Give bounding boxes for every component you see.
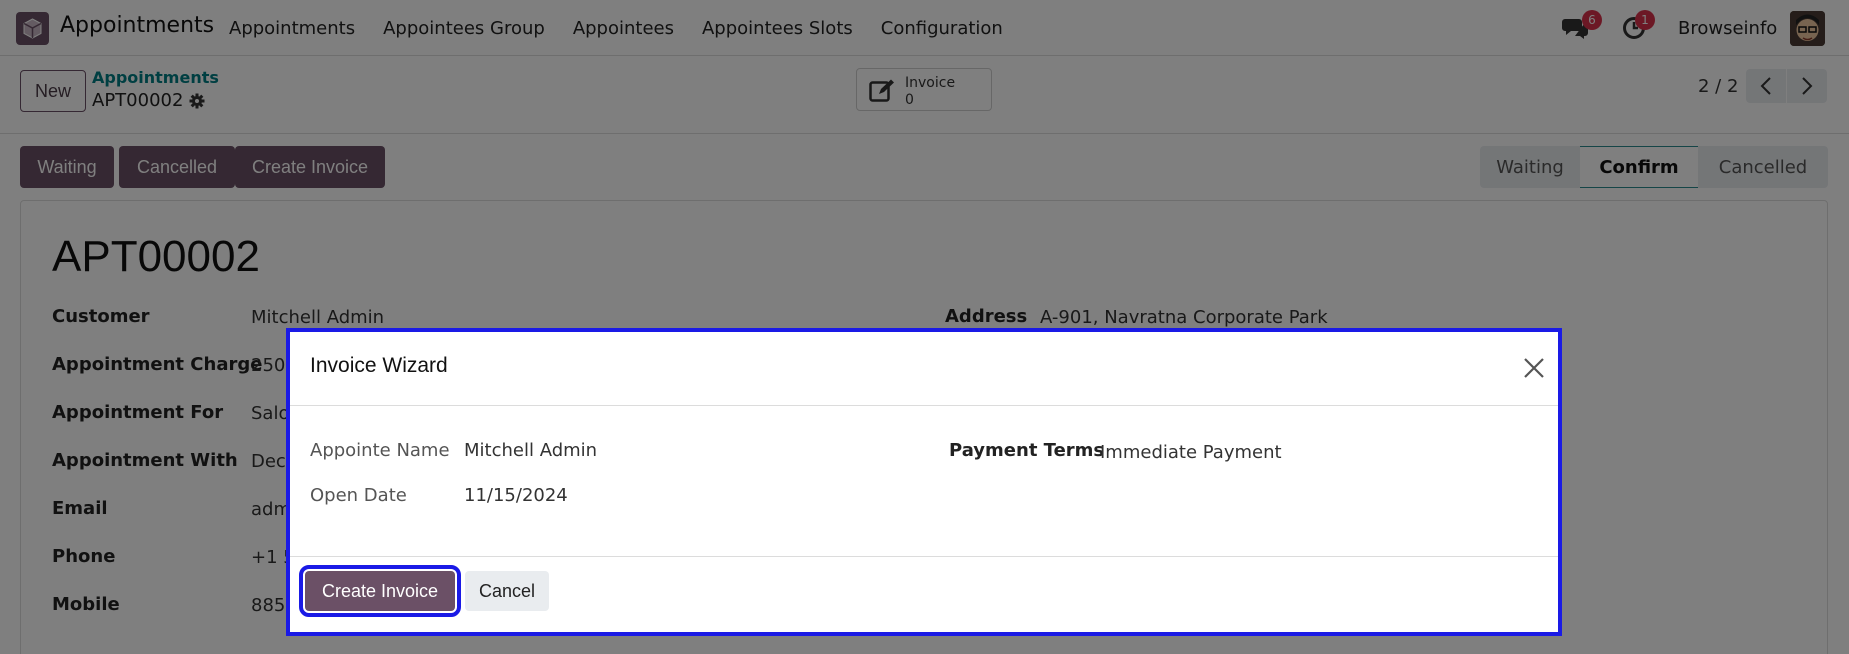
modal-header: Invoice Wizard <box>290 332 1558 406</box>
create-invoice-button[interactable]: Create Invoice <box>299 565 461 617</box>
modal-title: Invoice Wizard <box>310 354 448 377</box>
close-icon[interactable] <box>1522 356 1546 380</box>
appointee-name-value[interactable]: Mitchell Admin <box>464 440 597 461</box>
appointee-name-label: Appointe Name <box>310 440 450 461</box>
open-date-label: Open Date <box>310 485 407 506</box>
modal-footer: Create Invoice Cancel <box>290 556 1558 636</box>
payment-terms-label: Payment Terms <box>949 440 1105 461</box>
cancel-button[interactable]: Cancel <box>465 571 549 611</box>
payment-terms-value[interactable]: Immediate Payment <box>1100 442 1282 463</box>
open-date-value[interactable]: 11/15/2024 <box>464 485 568 506</box>
invoice-wizard-dialog: Invoice Wizard Appointe Name Mitchell Ad… <box>286 328 1562 636</box>
